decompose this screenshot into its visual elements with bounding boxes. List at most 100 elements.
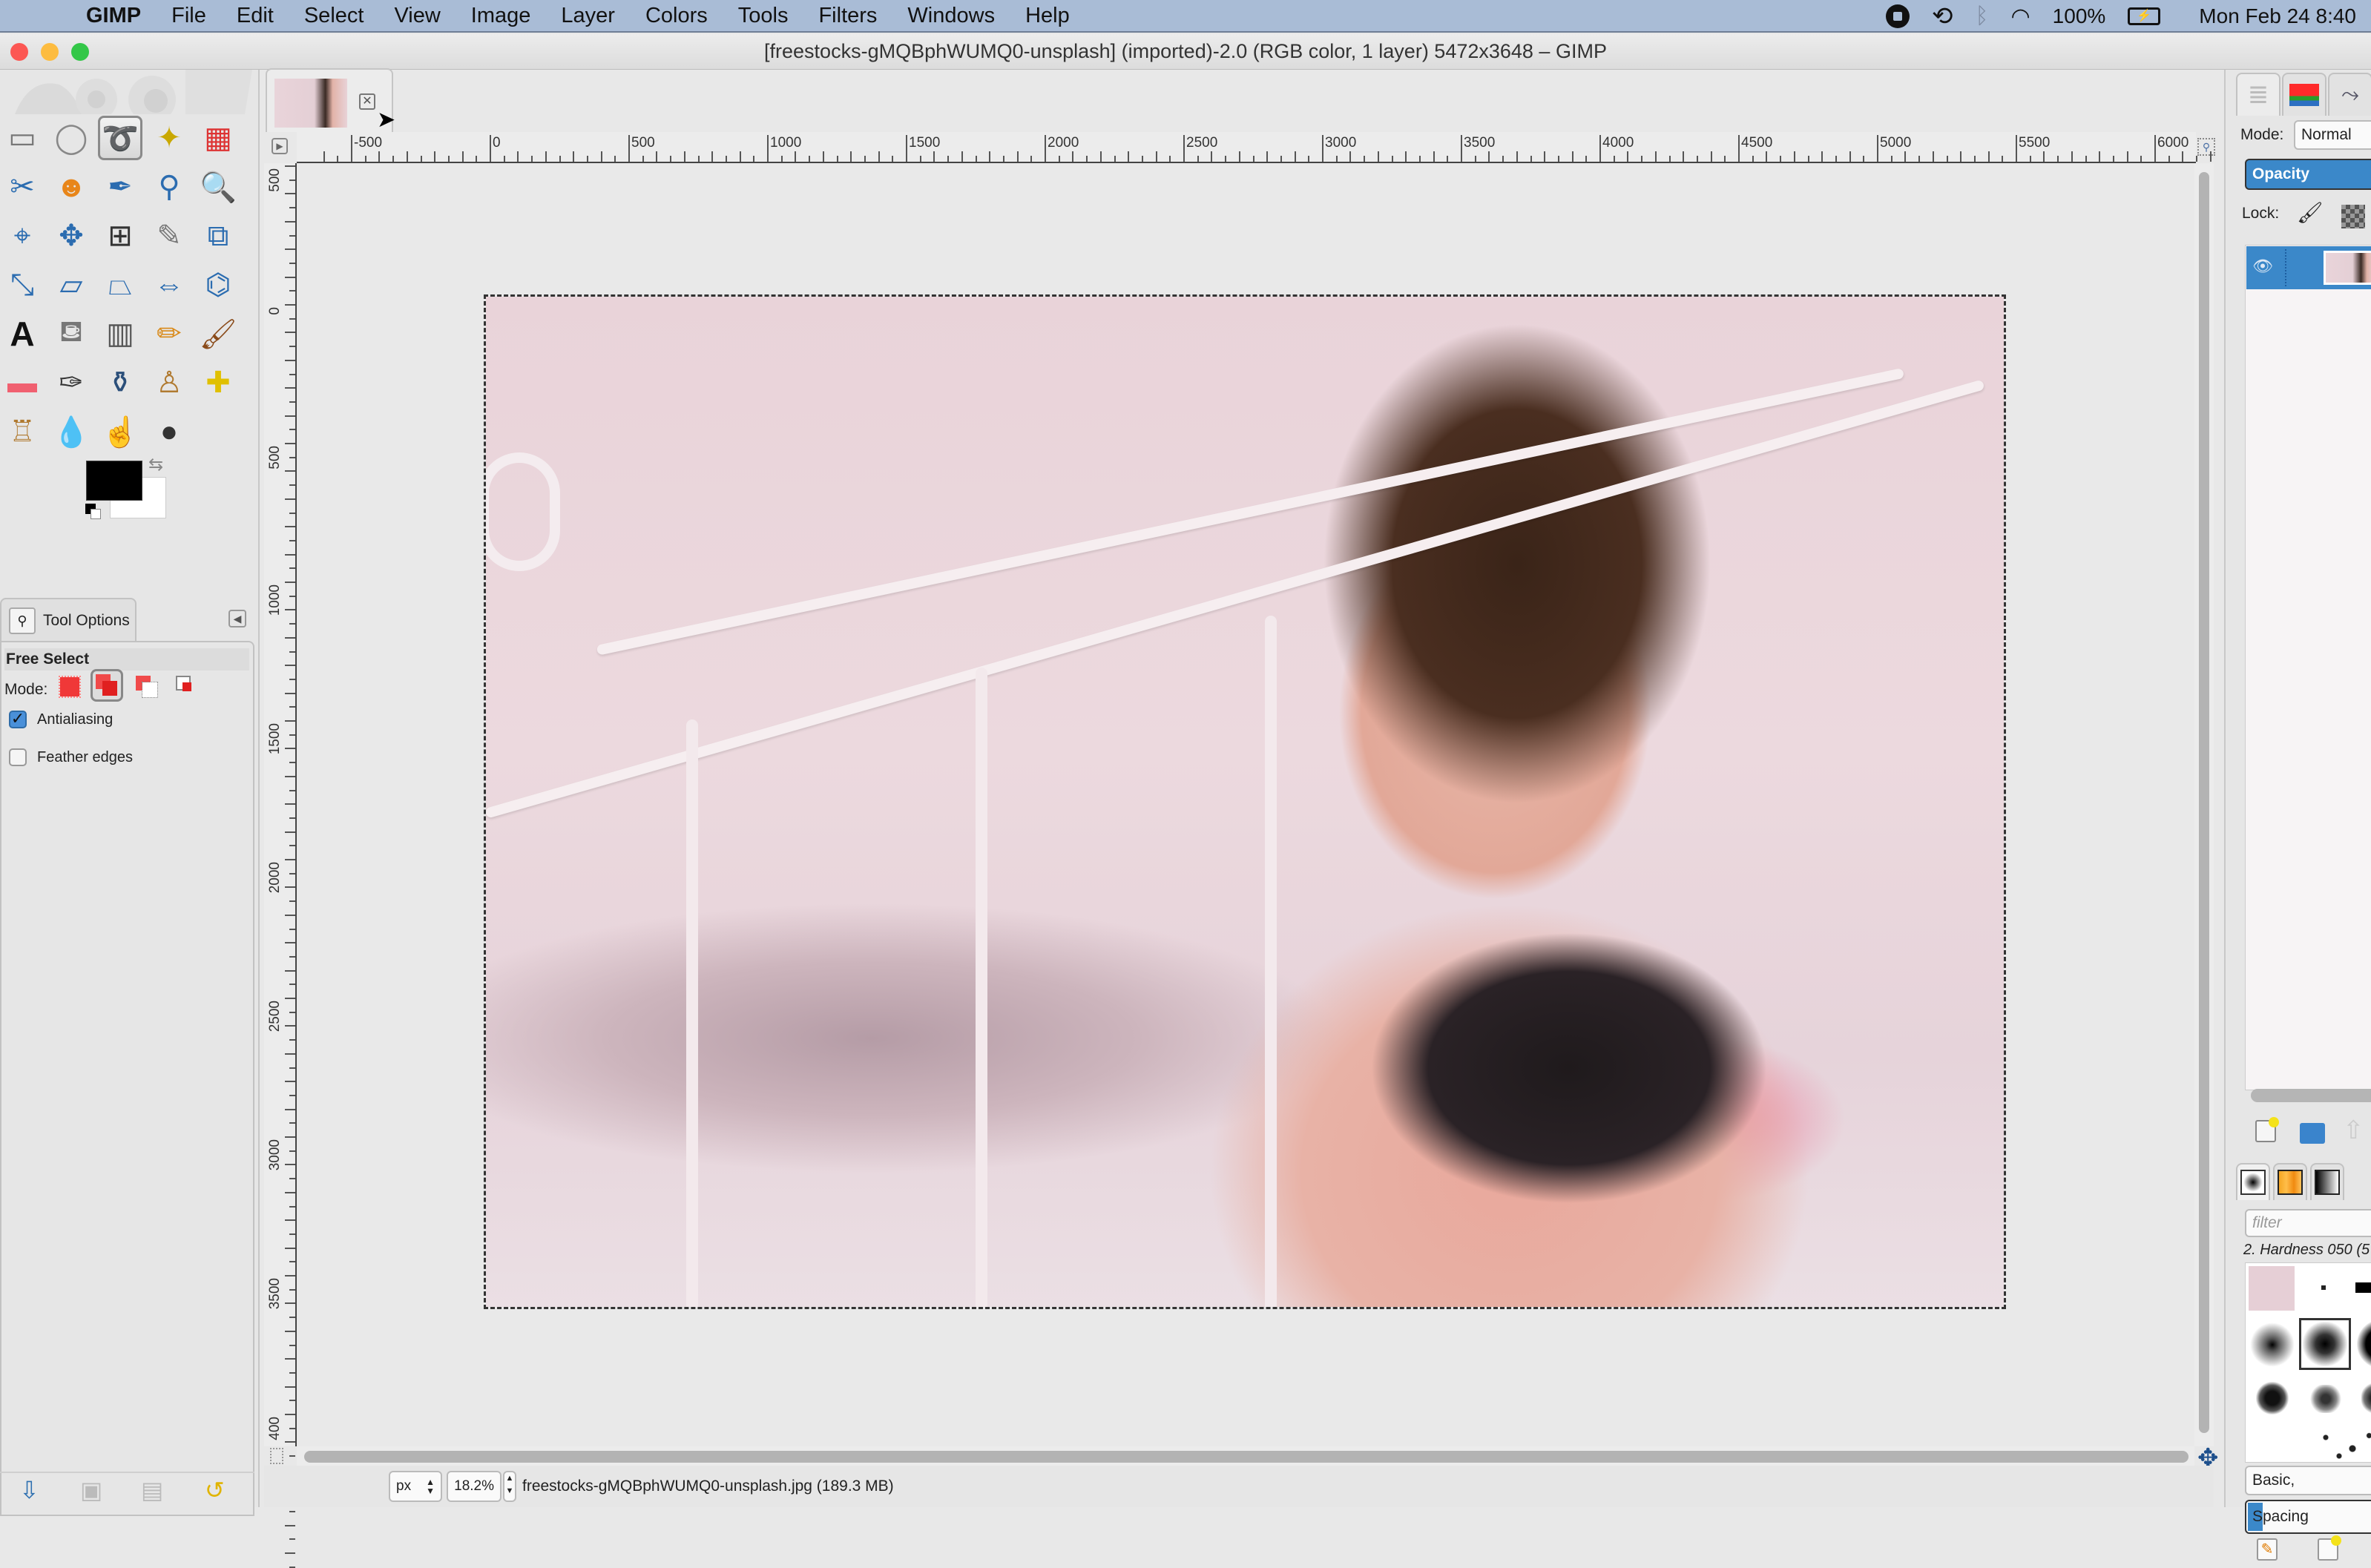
tool-scissors-select[interactable]: ✂ [0,165,45,209]
zoom-to-fit-icon[interactable]: ⚲ [2197,138,2215,156]
mode-subtract-button[interactable] [131,671,163,703]
feather-edges-option[interactable]: Feather edges [9,748,133,766]
tool-ink[interactable]: ⚱ [98,360,142,405]
tool-eraser[interactable]: ▬ [0,360,45,405]
menu-file[interactable]: File [171,4,206,28]
default-colors-icon[interactable] [85,504,102,520]
tool-align[interactable]: ⊞ [98,214,142,258]
tool-ellipse-select[interactable]: ◯ [49,116,93,160]
lock-alpha-icon[interactable] [2341,205,2365,228]
brush-item-clipboard[interactable] [2249,1266,2295,1311]
brush-item-pixel[interactable] [2321,1285,2326,1290]
image-layer-photo[interactable] [484,294,2006,1309]
brush-grid[interactable] [2245,1262,2371,1463]
delete-tool-preset-icon[interactable]: ▤ [141,1476,163,1504]
tool-flip[interactable]: ⇔ [147,263,191,307]
tool-cage-transform[interactable]: ⌬ [196,263,240,307]
new-brush-icon[interactable] [2318,1535,2341,1561]
reset-tool-options-icon[interactable]: ↺ [205,1476,225,1504]
tab-gradients[interactable] [2310,1163,2344,1200]
brush-tags-input[interactable]: Basic, [2245,1466,2371,1495]
vertical-ruler[interactable]: 500 0 500 1000 1500 2000 2500 3000 3500 400 [264,163,297,1568]
tool-dodge-burn[interactable]: ● [147,409,191,454]
tool-airbrush[interactable]: ✑ [49,360,93,405]
layer-chain-toggle[interactable] [2285,249,2286,286]
tool-rect-select[interactable]: ▭ [0,116,45,160]
menu-image[interactable]: Image [471,4,531,28]
horizontal-scroll-thumb[interactable] [304,1451,2189,1463]
quick-mask-menu-button[interactable]: ▶ [272,138,288,154]
brush-filter-input[interactable]: filter [2245,1209,2371,1237]
horizontal-ruler[interactable]: -500 0 500 1000 1500 2000 2500 3000 3500 4000 4500… [297,132,2281,163]
brush-item-hardness-025[interactable] [2250,1322,2295,1367]
tool-scale[interactable]: ⤡ [0,263,45,307]
mode-intersect-button[interactable] [171,671,203,703]
wifi-icon[interactable]: ◠ [2010,4,2030,30]
brush-item-acrylic-3[interactable] [2361,1382,2371,1414]
brush-item-acrylic-1[interactable] [2256,1382,2289,1414]
antialiasing-checkbox[interactable]: ✓ [9,711,27,728]
menu-layer[interactable]: Layer [561,4,615,28]
horizontal-scrollbar[interactable] [297,1446,2194,1466]
layers-hscrollbar[interactable] [2251,1089,2371,1102]
tool-paths[interactable]: ✒ [98,165,142,209]
layer-visibility-eye-icon[interactable]: 👁 [2252,257,2273,276]
tool-crop[interactable]: ✎ [147,214,191,258]
brush-item-splatter[interactable] [2312,1426,2371,1462]
tab-channels[interactable] [2282,73,2326,116]
brush-spacing-slider[interactable]: Spacing [2245,1500,2371,1534]
new-layer-group-icon[interactable] [2300,1123,2325,1144]
mode-replace-button[interactable] [53,671,86,703]
swap-colors-icon[interactable]: ⇆ [148,454,163,475]
save-tool-preset-icon[interactable]: ⇩ [19,1476,39,1504]
vertical-scroll-thumb[interactable] [2199,172,2209,1433]
edit-brush-icon[interactable]: ✎ [2257,1538,2278,1561]
close-window-button[interactable] [10,43,28,61]
brush-item-block[interactable] [2355,1282,2371,1293]
layer-row[interactable]: 👁 [2246,246,2371,289]
tool-bucket-fill[interactable]: ⛾ [49,312,93,356]
bluetooth-icon[interactable]: ᛒ [1975,4,1988,29]
tool-free-select[interactable]: ➰ [98,116,142,160]
tool-paintbrush[interactable]: 🖌 [196,312,240,356]
opacity-slider[interactable]: Opacity [2245,159,2371,190]
tool-blend[interactable]: ▥ [98,312,142,356]
tool-text[interactable]: A [0,312,45,356]
configure-tab-button[interactable]: ◀ [228,610,246,627]
tab-patterns[interactable] [2273,1163,2307,1200]
unit-selector[interactable]: px ▲ ▼ [389,1471,442,1502]
zoom-stepper[interactable]: ▲ ▼ [503,1471,516,1502]
brush-item-hardness-075[interactable] [2357,1320,2371,1368]
feather-edges-checkbox[interactable] [9,748,27,766]
vertical-scrollbar[interactable] [2194,163,2214,1446]
tool-fuzzy-select[interactable]: ✦ [147,116,191,160]
maximize-window-button[interactable] [71,43,89,61]
tool-heal[interactable]: ✚ [196,360,240,405]
tab-layers[interactable]: ≣ [2236,73,2280,116]
restore-tool-preset-icon[interactable]: ▣ [80,1476,102,1504]
clock[interactable]: Mon Feb 24 8:40 [2199,4,2356,28]
tool-unified-transform[interactable]: ⧉ [196,214,240,258]
menu-colors[interactable]: Colors [645,4,708,28]
tool-foreground-select[interactable]: ☻ [49,165,93,209]
tool-clone[interactable]: ♙ [147,360,191,405]
zoom-field[interactable]: 18.2% [447,1471,502,1502]
image-tab-thumbnail[interactable] [274,79,347,128]
tool-measure[interactable]: ⌖ [0,214,45,258]
menu-help[interactable]: Help [1025,4,1070,28]
layer-thumbnail[interactable] [2324,251,2371,285]
menu-windows[interactable]: Windows [907,4,995,28]
menu-tools[interactable]: Tools [738,4,789,28]
antialiasing-option[interactable]: ✓ Antialiasing [9,711,113,728]
time-machine-icon[interactable]: ⟲ [1932,1,1953,31]
tool-perspective-clone[interactable]: ♖ [0,409,45,454]
mode-add-button[interactable] [91,669,123,702]
layer-mode-select[interactable]: Normal [2294,120,2371,150]
menu-app-gimp[interactable]: GIMP [86,4,141,28]
brush-item-hardness-050-selected[interactable] [2299,1318,2351,1370]
menu-view[interactable]: View [394,4,440,28]
screen-record-stop-icon[interactable] [1885,4,1910,28]
tool-color-picker[interactable]: ⚲ [147,165,191,209]
tool-pencil[interactable]: ✏ [147,312,191,356]
tool-smudge[interactable]: ☝ [98,409,142,454]
